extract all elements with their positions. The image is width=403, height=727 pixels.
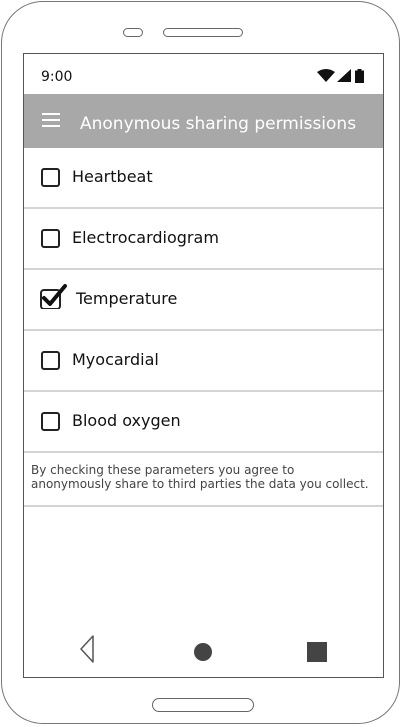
hamburger-menu-icon[interactable] (42, 113, 62, 127)
status-bar: 9:00 (24, 54, 383, 94)
checkbox-unchecked[interactable] (41, 412, 60, 431)
status-icons (317, 69, 367, 83)
permission-row-myocardial[interactable]: Myocardial (24, 331, 383, 392)
permission-row-electrocardiogram[interactable]: Electrocardiogram (24, 209, 383, 270)
permission-row-heartbeat[interactable]: Heartbeat (24, 148, 383, 209)
permission-row-blood-oxygen[interactable]: Blood oxygen (24, 392, 383, 453)
permission-label: Myocardial (72, 350, 159, 369)
screen: 9:00 Anonymous sharing permissions Heart… (23, 53, 384, 678)
back-icon[interactable] (79, 635, 95, 663)
permission-label: Temperature (76, 289, 178, 308)
permissions-list: Heartbeat Electrocardiogram Temperature … (24, 148, 383, 453)
cellular-signal-icon (337, 69, 351, 82)
disclaimer: By checking these parameters you agree t… (24, 449, 383, 507)
checkbox-checked-icon[interactable] (40, 283, 68, 309)
recent-apps-icon[interactable] (307, 642, 327, 662)
battery-icon (355, 69, 364, 83)
earpiece-speaker (163, 28, 243, 37)
app-bar: Anonymous sharing permissions (24, 94, 383, 148)
checkbox-unchecked[interactable] (41, 168, 60, 187)
status-time: 9:00 (41, 69, 73, 85)
phone-frame: 9:00 Anonymous sharing permissions Heart… (1, 1, 400, 724)
wifi-icon (317, 69, 335, 82)
home-button[interactable] (152, 698, 254, 712)
home-icon[interactable] (194, 643, 212, 661)
checkbox-unchecked[interactable] (41, 229, 60, 248)
checkbox-unchecked[interactable] (41, 351, 60, 370)
permission-label: Heartbeat (72, 167, 153, 186)
front-camera (123, 28, 143, 37)
page-title: Anonymous sharing permissions (80, 114, 357, 134)
permission-label: Electrocardiogram (72, 228, 219, 247)
disclaimer-text: By checking these parameters you agree t… (31, 463, 369, 491)
permission-row-temperature[interactable]: Temperature (24, 270, 383, 331)
system-nav-bar (24, 627, 383, 677)
permission-label: Blood oxygen (72, 411, 181, 430)
